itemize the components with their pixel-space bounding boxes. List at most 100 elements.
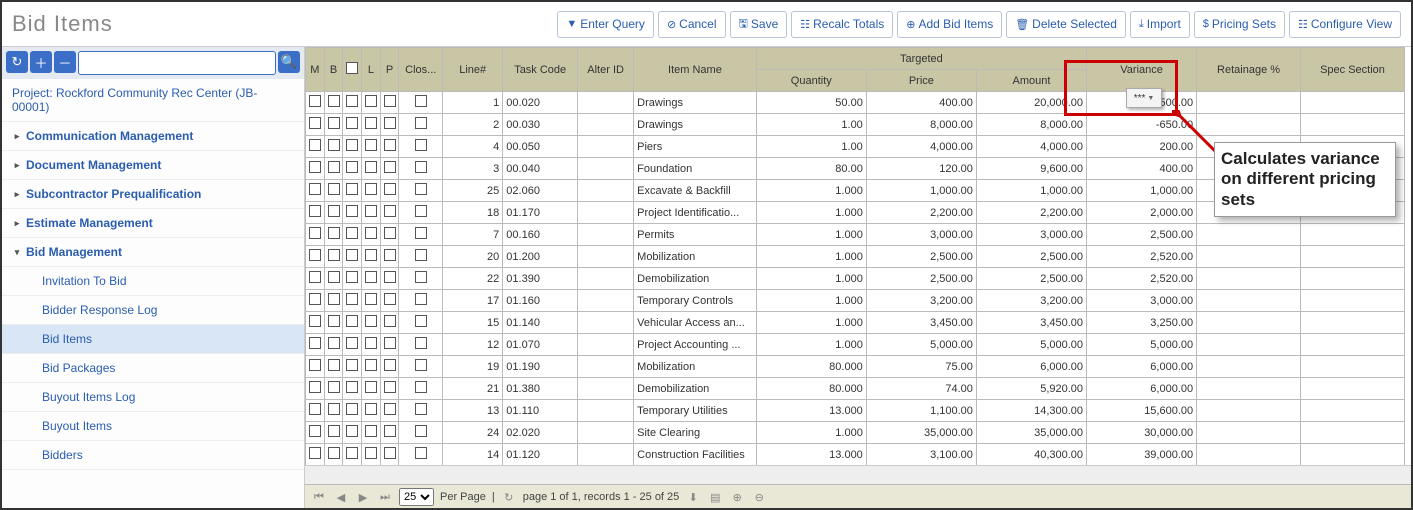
col-l[interactable]: L bbox=[362, 48, 381, 92]
row-checkbox[interactable] bbox=[362, 180, 381, 202]
row-checkbox[interactable] bbox=[380, 268, 399, 290]
row-checkbox[interactable] bbox=[306, 268, 325, 290]
project-label[interactable]: Project: Rockford Community Rec Center (… bbox=[2, 79, 304, 122]
row-checkbox[interactable] bbox=[380, 136, 399, 158]
table-row[interactable]: 700.160Permits1.0003,000.003,000.002,500… bbox=[306, 224, 1405, 246]
row-checkbox[interactable] bbox=[343, 290, 362, 312]
col-variance[interactable]: Variance bbox=[1087, 48, 1197, 92]
pager-refresh-button[interactable]: ↻ bbox=[501, 491, 517, 504]
table-row[interactable]: 2001.200Mobilization1.0002,500.002,500.0… bbox=[306, 246, 1405, 268]
pager-add-button[interactable]: ⊕ bbox=[729, 491, 745, 504]
row-checkbox[interactable] bbox=[362, 290, 381, 312]
row-checkbox[interactable] bbox=[343, 224, 362, 246]
row-checkbox[interactable] bbox=[380, 400, 399, 422]
col-m[interactable]: M bbox=[306, 48, 325, 92]
row-clos[interactable] bbox=[399, 202, 443, 224]
row-checkbox[interactable] bbox=[362, 114, 381, 136]
row-checkbox[interactable] bbox=[324, 202, 343, 224]
row-checkbox[interactable] bbox=[306, 334, 325, 356]
toolbar-enter-query-button[interactable]: ▼Enter Query bbox=[557, 11, 654, 38]
toolbar-cancel-button[interactable]: ⊘Cancel bbox=[658, 11, 726, 38]
row-checkbox[interactable] bbox=[343, 136, 362, 158]
row-checkbox[interactable] bbox=[362, 378, 381, 400]
row-clos[interactable] bbox=[399, 312, 443, 334]
row-clos[interactable] bbox=[399, 356, 443, 378]
row-checkbox[interactable] bbox=[324, 224, 343, 246]
per-page-select[interactable]: 25 bbox=[399, 488, 434, 506]
sidebar-item-bid-packages[interactable]: Bid Packages bbox=[2, 354, 304, 383]
table-row[interactable]: 2201.390Demobilization1.0002,500.002,500… bbox=[306, 268, 1405, 290]
row-checkbox[interactable] bbox=[306, 400, 325, 422]
row-checkbox[interactable] bbox=[362, 92, 381, 114]
row-checkbox[interactable] bbox=[380, 378, 399, 400]
row-checkbox[interactable] bbox=[306, 114, 325, 136]
row-checkbox[interactable] bbox=[306, 246, 325, 268]
variance-dropdown-overlay[interactable]: *** ▼ bbox=[1126, 88, 1162, 108]
row-clos[interactable] bbox=[399, 224, 443, 246]
sidebar-item-bidders[interactable]: Bidders bbox=[2, 441, 304, 470]
table-row[interactable]: 100.020Drawings50.00400.0020,000.00-2,50… bbox=[306, 92, 1405, 114]
row-clos[interactable] bbox=[399, 158, 443, 180]
row-clos[interactable] bbox=[399, 180, 443, 202]
row-checkbox[interactable] bbox=[380, 114, 399, 136]
grid-scroll[interactable]: M B L P Clos... Line# Task Code Alter ID… bbox=[305, 47, 1411, 465]
row-checkbox[interactable] bbox=[324, 400, 343, 422]
row-checkbox[interactable] bbox=[306, 444, 325, 466]
row-checkbox[interactable] bbox=[380, 334, 399, 356]
row-checkbox[interactable] bbox=[306, 312, 325, 334]
table-row[interactable]: 1401.120Construction Facilities13.0003,1… bbox=[306, 444, 1405, 466]
row-checkbox[interactable] bbox=[324, 114, 343, 136]
row-checkbox[interactable] bbox=[380, 180, 399, 202]
col-line[interactable]: Line# bbox=[443, 48, 503, 92]
row-checkbox[interactable] bbox=[306, 224, 325, 246]
row-checkbox[interactable] bbox=[362, 422, 381, 444]
row-checkbox[interactable] bbox=[306, 290, 325, 312]
row-checkbox[interactable] bbox=[362, 158, 381, 180]
row-checkbox[interactable] bbox=[306, 180, 325, 202]
row-checkbox[interactable] bbox=[306, 158, 325, 180]
row-checkbox[interactable] bbox=[324, 378, 343, 400]
sidebar-group-subcontractor-prequalification[interactable]: ▸Subcontractor Prequalification bbox=[2, 180, 304, 209]
sidebar-expand-button[interactable]: ＋ bbox=[30, 51, 52, 73]
table-row[interactable]: 1501.140Vehicular Access an...1.0003,450… bbox=[306, 312, 1405, 334]
row-clos[interactable] bbox=[399, 444, 443, 466]
row-checkbox[interactable] bbox=[343, 246, 362, 268]
row-checkbox[interactable] bbox=[306, 136, 325, 158]
row-clos[interactable] bbox=[399, 334, 443, 356]
col-alter[interactable]: Alter ID bbox=[578, 48, 634, 92]
row-checkbox[interactable] bbox=[343, 378, 362, 400]
row-checkbox[interactable] bbox=[324, 246, 343, 268]
row-checkbox[interactable] bbox=[324, 334, 343, 356]
row-checkbox[interactable] bbox=[324, 268, 343, 290]
row-checkbox[interactable] bbox=[324, 312, 343, 334]
col-amount[interactable]: Amount bbox=[976, 70, 1086, 92]
sidebar-item-buyout-items[interactable]: Buyout Items bbox=[2, 412, 304, 441]
toolbar-pricing-sets-button[interactable]: $Pricing Sets bbox=[1194, 11, 1285, 38]
row-checkbox[interactable] bbox=[380, 422, 399, 444]
table-row[interactable]: 1201.070Project Accounting ...1.0005,000… bbox=[306, 334, 1405, 356]
table-row[interactable]: 1701.160Temporary Controls1.0003,200.003… bbox=[306, 290, 1405, 312]
sidebar-group-communication-management[interactable]: ▸Communication Management bbox=[2, 122, 304, 151]
row-checkbox[interactable] bbox=[362, 202, 381, 224]
horizontal-scrollbar[interactable] bbox=[305, 465, 1411, 484]
row-checkbox[interactable] bbox=[380, 290, 399, 312]
sidebar-item-bidder-response-log[interactable]: Bidder Response Log bbox=[2, 296, 304, 325]
pager-last-button[interactable]: ⏭ bbox=[377, 491, 393, 504]
row-checkbox[interactable] bbox=[343, 92, 362, 114]
table-row[interactable]: 1901.190Mobilization80.00075.006,000.006… bbox=[306, 356, 1405, 378]
row-clos[interactable] bbox=[399, 92, 443, 114]
row-checkbox[interactable] bbox=[343, 202, 362, 224]
sidebar-item-buyout-items-log[interactable]: Buyout Items Log bbox=[2, 383, 304, 412]
row-checkbox[interactable] bbox=[380, 356, 399, 378]
row-checkbox[interactable] bbox=[362, 136, 381, 158]
col-b[interactable]: B bbox=[324, 48, 343, 92]
pager-export-button[interactable]: ⬇ bbox=[685, 491, 701, 504]
sidebar-search-input[interactable] bbox=[78, 51, 276, 75]
row-checkbox[interactable] bbox=[343, 114, 362, 136]
row-checkbox[interactable] bbox=[380, 246, 399, 268]
row-clos[interactable] bbox=[399, 378, 443, 400]
row-checkbox[interactable] bbox=[324, 180, 343, 202]
toolbar-configure-view-button[interactable]: ☷Configure View bbox=[1289, 11, 1401, 38]
pager-first-button[interactable]: ⏮ bbox=[311, 491, 327, 504]
row-checkbox[interactable] bbox=[306, 202, 325, 224]
